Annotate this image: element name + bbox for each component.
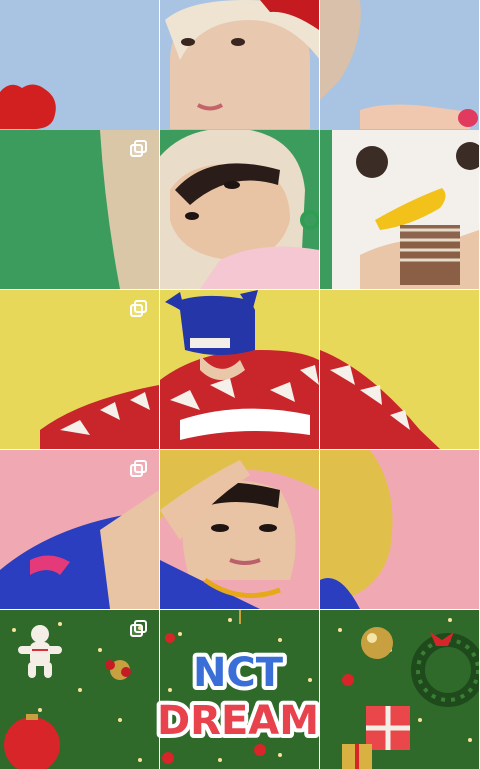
post-photo-14	[160, 610, 319, 769]
post-photo-6	[320, 130, 479, 289]
post-tile-8[interactable]	[160, 290, 319, 449]
post-tile-6[interactable]	[320, 130, 479, 289]
red-heart-prop	[0, 84, 56, 130]
post-photo-12	[320, 450, 479, 609]
post-tile-11[interactable]	[160, 450, 319, 609]
post-photo-5	[160, 130, 319, 289]
post-tile-14[interactable]	[160, 610, 319, 769]
multiple-photos-icon	[130, 300, 148, 318]
post-photo-8	[160, 290, 319, 449]
post-tile-15[interactable]	[320, 610, 479, 769]
multiple-photos-icon	[130, 460, 148, 478]
post-photo-11	[160, 450, 319, 609]
post-tile-12[interactable]	[320, 450, 479, 609]
post-tile-5[interactable]	[160, 130, 319, 289]
multiple-photos-icon	[130, 620, 148, 638]
post-photo-15	[320, 610, 479, 769]
profile-feed-grid: NCT NCT DREAM DREAM	[0, 0, 480, 769]
post-photo-9	[320, 290, 479, 449]
post-tile-9[interactable]	[320, 290, 479, 449]
multiple-photos-icon	[130, 140, 148, 158]
